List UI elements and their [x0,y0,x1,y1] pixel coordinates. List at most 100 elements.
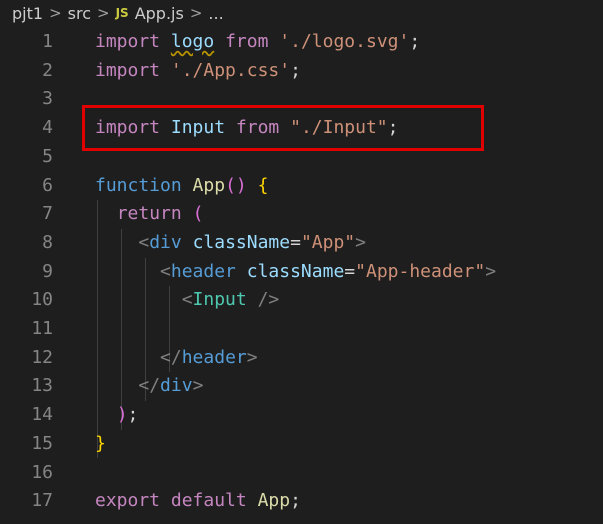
breadcrumb-subfolder[interactable]: src [68,4,91,23]
code-line[interactable]: 11 [0,315,603,344]
code-line[interactable]: 9 <header className="App-header"> [0,258,603,287]
code-line[interactable]: 15} [0,430,603,459]
code-token: ; [127,404,139,426]
code-line[interactable]: 6 function App() { [0,172,603,201]
code-text: } [95,430,106,459]
line-number: 11 [31,318,53,339]
line-number: 15 [31,432,53,454]
code-token: () [225,174,247,196]
code-token: /> [257,289,280,311]
code-token: header [181,346,247,368]
code-token: ( [192,203,204,225]
code-token: './App.css' [170,59,291,81]
code-text: export default App; [95,487,301,516]
highlight-annotation-box [82,105,484,151]
code-token: ; [290,59,301,81]
code-text: return ( [95,200,204,229]
code-token: "App" [300,231,356,253]
code-token: div [149,231,182,253]
code-line[interactable]: 2 import './App.css'; [0,57,603,86]
line-number: 9 [42,260,53,282]
code-token: className [192,231,291,253]
code-line[interactable]: 14 ); [0,401,603,430]
code-line[interactable]: 12 </header> [0,344,603,373]
code-text: ); [95,401,139,430]
line-number: 10 [31,289,53,311]
code-token: ; [409,31,421,52]
line-number: 13 [31,375,53,397]
code-token: < [138,231,150,253]
code-token: className [246,260,345,282]
code-token: from [225,31,269,52]
code-token: < [181,289,193,311]
code-token: return [116,203,182,225]
code-text: import logo from './logo.svg'; [95,28,420,57]
line-number: 16 [31,461,53,483]
code-text: <Input /> [95,286,280,315]
code-token: > [485,260,497,282]
line-number: 1 [42,31,53,52]
code-token: ; [290,490,301,512]
code-editor[interactable]: 1 import logo from './logo.svg'; 2 import '… [0,28,603,524]
code-token: function [95,174,182,196]
code-text: <div className="App"> [95,229,366,258]
code-token: div [160,375,193,397]
chevron-right-icon: > [49,4,62,22]
code-token: logo [170,31,215,52]
code-token: { [257,174,269,196]
code-line[interactable]: 17 export default App; [0,487,603,516]
breadcrumb-file[interactable]: App.js [135,4,184,23]
code-token: './logo.svg' [279,31,410,52]
line-number: 17 [31,490,53,512]
breadcrumb-folder[interactable]: pjt1 [12,4,43,23]
code-line[interactable]: 13 </div> [0,372,603,401]
line-number: 2 [42,59,53,81]
line-number: 8 [42,231,53,253]
code-line[interactable]: 16 [0,459,603,488]
line-number: 7 [42,203,53,225]
breadcrumb-more[interactable]: ... [208,4,223,23]
code-token: default [170,490,247,512]
code-token: < [160,260,171,282]
code-line[interactable]: 8 <div className="App"> [0,229,603,258]
code-token: App [192,174,226,196]
line-number: 4 [42,117,53,139]
code-token: > [355,231,366,253]
javascript-file-icon: JS [115,6,129,20]
code-token: import [95,59,161,81]
line-number: 5 [42,145,53,167]
code-line[interactable]: 1 import logo from './logo.svg'; [0,28,603,57]
code-token: Input [192,289,247,311]
code-line[interactable]: 10 <Input /> [0,286,603,315]
code-token: > [246,346,258,368]
code-text: <header className="App-header"> [95,258,496,287]
chevron-right-icon: > [189,4,203,22]
code-token: > [192,375,204,397]
code-token: </ [160,346,182,368]
code-token: header [170,260,236,282]
code-token: = [290,231,301,253]
code-token: "App-header" [355,260,486,282]
code-token: } [95,432,106,454]
code-line[interactable]: 7 return ( [0,200,603,229]
code-text: function App() { [95,172,268,201]
code-text: </header> [95,344,258,373]
code-token: export [95,490,161,512]
code-token: </ [138,375,161,397]
chevron-right-icon: > [97,4,110,22]
code-token: = [344,260,356,282]
